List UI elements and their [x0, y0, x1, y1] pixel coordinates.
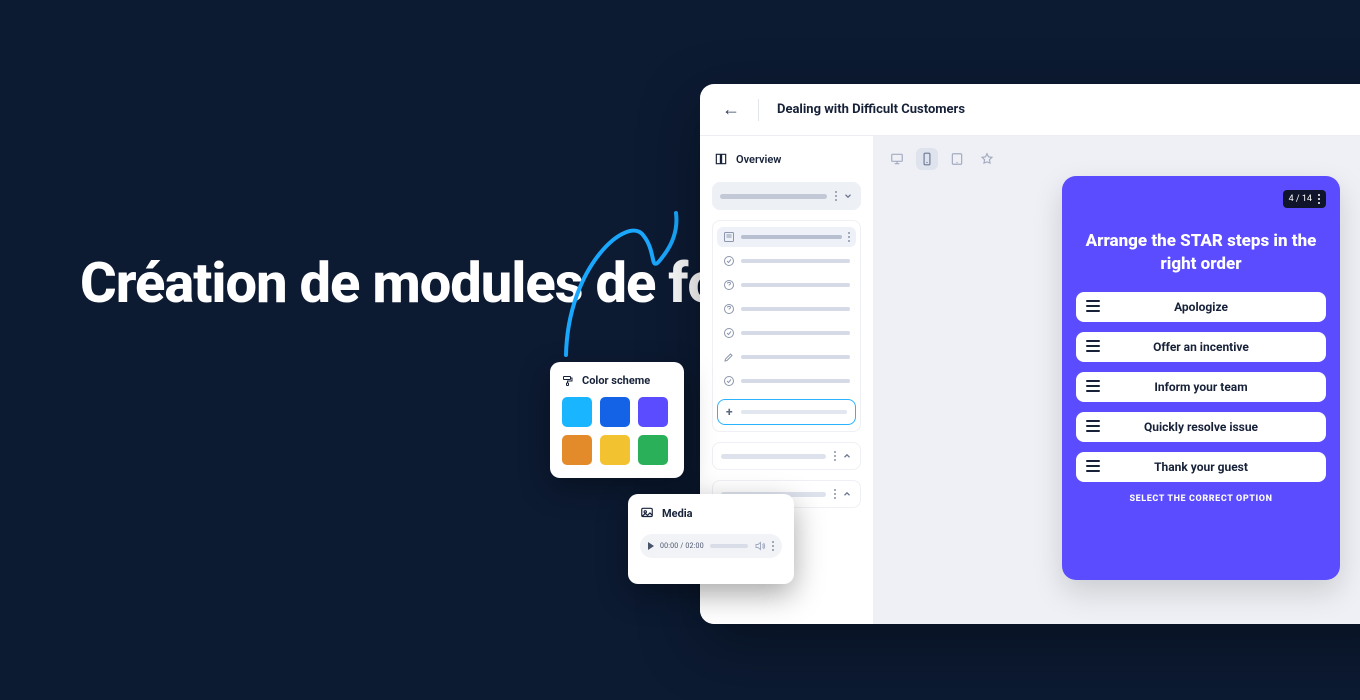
color-scheme-header: Color scheme	[562, 374, 672, 387]
drag-handle-icon[interactable]	[1086, 459, 1100, 473]
media-title: Media	[662, 507, 693, 520]
placeholder-line	[741, 307, 850, 311]
quiz-footer: SELECT THE CORRECT OPTION	[1076, 494, 1326, 504]
color-swatch[interactable]	[638, 435, 668, 465]
back-arrow-icon[interactable]: ←	[722, 99, 740, 120]
edit-slide-icon	[723, 351, 735, 363]
drag-handle-icon[interactable]	[1086, 339, 1100, 353]
paint-roller-icon	[562, 375, 574, 387]
chevron-up-icon[interactable]	[842, 489, 852, 499]
placeholder-line	[741, 379, 850, 383]
overview-label: Overview	[736, 153, 781, 166]
color-swatch[interactable]	[638, 397, 668, 427]
plus-icon: +	[726, 405, 733, 419]
mobile-view-button[interactable]	[916, 148, 938, 170]
favorite-button[interactable]	[976, 148, 998, 170]
book-icon	[714, 152, 728, 166]
drag-handle-icon[interactable]	[1086, 299, 1100, 313]
overview-row[interactable]: Overview	[712, 148, 861, 172]
swatch-grid	[562, 397, 672, 465]
quiz-option-label: Quickly resolve issue	[1144, 420, 1258, 434]
quiz-option-label: Inform your team	[1154, 380, 1247, 394]
more-dots-icon[interactable]	[834, 451, 836, 461]
quiz-option-label: Offer an incentive	[1153, 340, 1249, 354]
more-dots-icon[interactable]	[834, 489, 836, 499]
editor-canvas: 4 / 14 Arrange the STAR steps in the rig…	[874, 136, 1360, 624]
lesson-group-collapsed[interactable]	[712, 442, 861, 470]
more-dots-icon[interactable]	[1318, 194, 1320, 204]
slide-counter-text: 4 / 14	[1289, 194, 1312, 204]
more-dots-icon[interactable]	[835, 191, 837, 201]
media-card: Media 00:00 / 02:00	[628, 494, 794, 584]
quiz-title: Arrange the STAR steps in the right orde…	[1082, 230, 1320, 276]
slide-item[interactable]	[717, 323, 856, 343]
tablet-view-button[interactable]	[946, 148, 968, 170]
app-window: ← Dealing with Difficult Customers Overv…	[700, 84, 1360, 624]
check-slide-icon	[723, 375, 735, 387]
chevron-down-icon[interactable]	[843, 191, 853, 201]
check-slide-icon	[723, 327, 735, 339]
placeholder-line	[741, 259, 850, 263]
image-icon	[640, 506, 654, 520]
audio-time: 00:00 / 02:00	[660, 542, 704, 550]
placeholder-line	[741, 355, 850, 359]
slide-item[interactable]	[717, 371, 856, 391]
quiz-option-label: Thank your guest	[1154, 460, 1248, 474]
placeholder-line	[741, 331, 850, 335]
drag-handle-icon[interactable]	[1086, 419, 1100, 433]
audio-player[interactable]: 00:00 / 02:00	[640, 534, 782, 558]
app-body: Overview	[700, 136, 1360, 624]
media-header: Media	[640, 506, 782, 520]
device-toolbar	[886, 148, 998, 170]
quiz-option[interactable]: Inform your team	[1076, 372, 1326, 402]
slide-item[interactable]	[717, 227, 856, 247]
chevron-up-icon[interactable]	[842, 451, 852, 461]
play-icon[interactable]	[648, 542, 654, 550]
placeholder-line	[741, 235, 842, 239]
slide-list: +	[712, 220, 861, 432]
audio-track[interactable]	[710, 544, 748, 548]
slide-item[interactable]	[717, 275, 856, 295]
quiz-option-label: Apologize	[1174, 300, 1228, 314]
placeholder-line	[721, 454, 826, 459]
quiz-option[interactable]: Apologize	[1076, 292, 1326, 322]
quiz-option[interactable]: Thank your guest	[1076, 452, 1326, 482]
question-slide-icon	[723, 279, 735, 291]
volume-icon[interactable]	[754, 537, 766, 556]
lesson-group-header[interactable]	[712, 182, 861, 210]
placeholder-line	[741, 283, 850, 287]
slide-item[interactable]	[717, 251, 856, 271]
app-header: ← Dealing with Difficult Customers	[700, 84, 1360, 136]
more-dots-icon[interactable]	[848, 232, 850, 242]
check-slide-icon	[723, 255, 735, 267]
placeholder-line	[720, 194, 827, 199]
preview-phone: 4 / 14 Arrange the STAR steps in the rig…	[1062, 176, 1340, 580]
placeholder-line	[741, 410, 847, 414]
app-title: Dealing with Difficult Customers	[777, 102, 965, 117]
slide-counter-badge[interactable]: 4 / 14	[1283, 190, 1326, 208]
color-swatch[interactable]	[600, 397, 630, 427]
text-slide-icon	[723, 231, 735, 243]
divider	[758, 99, 759, 121]
desktop-view-button[interactable]	[886, 148, 908, 170]
color-swatch[interactable]	[600, 435, 630, 465]
drag-handle-icon[interactable]	[1086, 379, 1100, 393]
question-slide-icon	[723, 303, 735, 315]
color-swatch[interactable]	[562, 435, 592, 465]
slide-item[interactable]	[717, 347, 856, 367]
quiz-option[interactable]: Quickly resolve issue	[1076, 412, 1326, 442]
color-scheme-card: Color scheme	[550, 362, 684, 478]
quiz-option[interactable]: Offer an incentive	[1076, 332, 1326, 362]
more-dots-icon[interactable]	[772, 541, 774, 551]
slide-item[interactable]	[717, 299, 856, 319]
color-swatch[interactable]	[562, 397, 592, 427]
color-scheme-title: Color scheme	[582, 374, 650, 387]
add-slide-button[interactable]: +	[717, 399, 856, 425]
